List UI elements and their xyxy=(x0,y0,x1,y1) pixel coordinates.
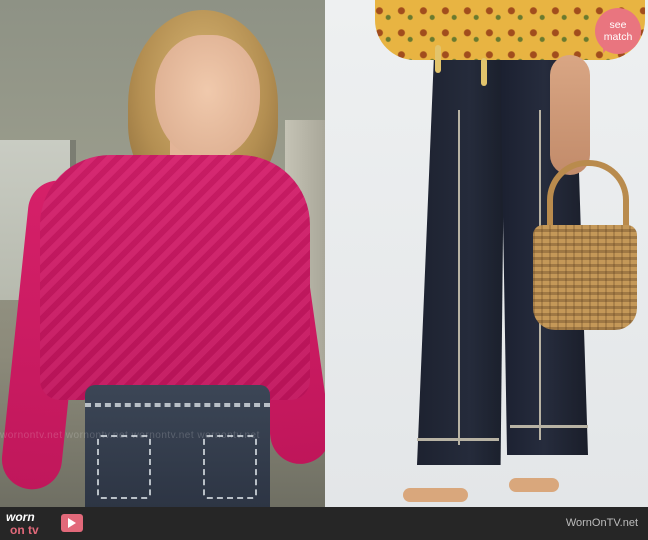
tv-play-icon xyxy=(61,514,83,532)
outfit-comparison: wornontv.net wornontv.net wornontv.net w… xyxy=(0,0,648,540)
footer-bar: worn on tv WornOnTV.net xyxy=(0,507,648,540)
hem-right xyxy=(510,425,588,428)
episode-still-photo: wornontv.net wornontv.net wornontv.net w… xyxy=(0,0,325,507)
logo-word-ontv: on tv xyxy=(10,523,39,537)
tassel-left xyxy=(435,45,441,73)
jeans-pocket-left xyxy=(97,435,151,499)
wornontv-logo[interactable]: worn on tv xyxy=(6,510,86,538)
sandal-right xyxy=(509,478,559,492)
see-match-badge[interactable]: see match xyxy=(595,8,641,54)
hand xyxy=(550,55,590,175)
dark-jeans-waist xyxy=(85,385,270,507)
face xyxy=(155,35,260,160)
logo-word-worn: worn xyxy=(6,510,35,524)
site-credit[interactable]: WornOnTV.net xyxy=(566,517,638,529)
pink-crop-sweater xyxy=(40,155,310,400)
badge-line-2: match xyxy=(603,31,633,43)
hem-left xyxy=(417,438,499,441)
woven-straw-bag xyxy=(533,225,637,330)
sandal-left xyxy=(403,488,468,502)
badge-line-1: see xyxy=(609,19,627,31)
watermark-text: wornontv.net wornontv.net wornontv.net w… xyxy=(0,430,260,441)
product-photo xyxy=(325,0,648,507)
jeans-waistband-stitch xyxy=(85,403,270,407)
tassel-right xyxy=(481,58,487,86)
seam-left xyxy=(458,110,460,445)
jeans-leg-left xyxy=(417,40,505,465)
jeans-pocket-right xyxy=(203,435,257,499)
